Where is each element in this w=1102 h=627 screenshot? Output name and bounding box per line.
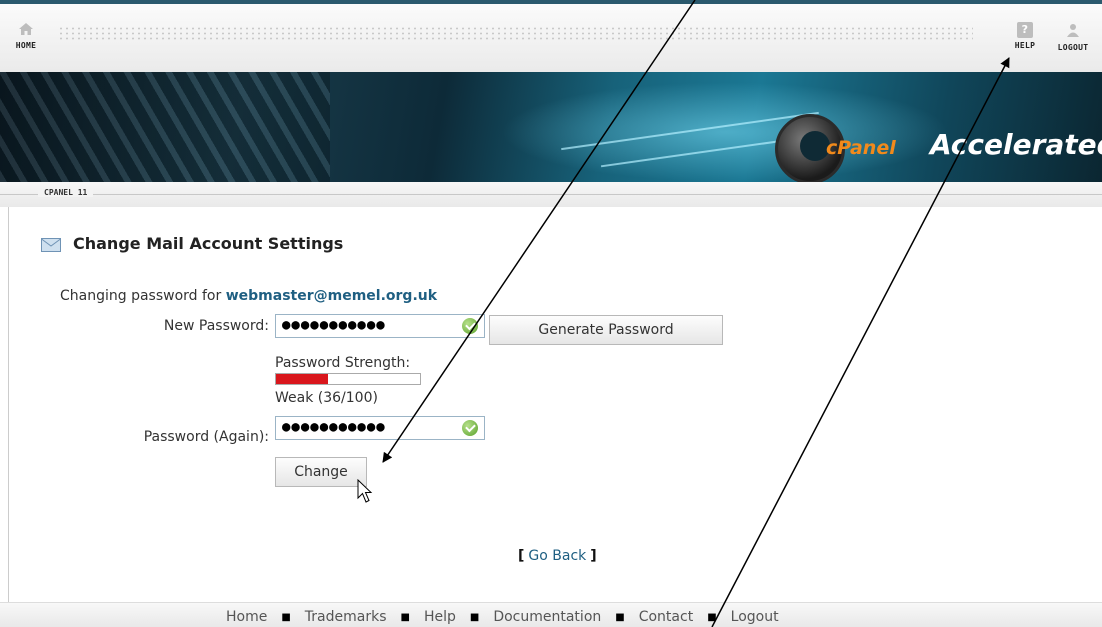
changing-for-text: Changing password for webmaster@memel.or… [60,288,437,304]
page-title: Change Mail Account Settings [73,234,344,253]
home-icon [18,23,34,38]
logout-label: LOGOUT [1057,43,1089,52]
main-content: Change Mail Account Settings Changing pa… [8,207,1102,602]
generate-password-button[interactable]: Generate Password [489,315,723,345]
page-heading: Change Mail Account Settings [41,234,343,253]
brand-cpanel-text: cPanel [826,137,896,159]
toolbar-dot-pattern [58,26,973,40]
version-bar: CPANEL 11 [0,182,1102,207]
brand-accelerated-text: Accelerated [930,128,1102,161]
top-toolbar: HOME ? HELP LOGOUT [0,0,1102,72]
new-password-input[interactable]: ●●●●●●●●●●● [275,314,485,338]
version-label: CPANEL 11 [38,188,94,197]
home-nav[interactable]: HOME [6,22,46,50]
footer-separator: ■ [469,611,480,623]
check-icon [462,420,478,436]
footer-separator: ■ [281,611,291,623]
password-again-label: Password (Again): [143,429,269,445]
footer-links: Home ■ Trademarks ■ Help ■ Documentation ■ Conta… [226,609,779,625]
go-back-link-wrap: [Go Back] [518,548,597,564]
account-email: webmaster@memel.org.uk [225,288,438,304]
password-again-value: ●●●●●●●●●●● [282,419,386,435]
footer-link-logout[interactable]: Logout [731,609,779,625]
footer-link-documentation[interactable]: Documentation [493,609,601,625]
mouse-pointer-icon [357,478,373,509]
go-back-close-bracket: ] [590,548,597,564]
go-back-open-bracket: [ [518,548,525,564]
mail-icon [41,236,61,252]
password-strength-label: Password Strength: [275,355,411,371]
cpanel-window: HOME ? HELP LOGOUT cPanel Accelerated CP… [0,0,1102,627]
password-again-input[interactable]: ●●●●●●●●●●● [275,416,485,440]
version-divider [0,194,1102,195]
footer-link-contact[interactable]: Contact [639,609,693,625]
new-password-label: New Password: [163,318,269,334]
home-label: HOME [15,41,37,50]
password-strength-text: Weak (36/100) [275,390,378,406]
footer-link-trademarks[interactable]: Trademarks [305,609,387,625]
new-password-value: ●●●●●●●●●●● [282,317,386,333]
footer-separator: ■ [615,611,625,623]
logout-nav[interactable]: LOGOUT [1046,22,1100,52]
password-strength-meter [275,373,421,385]
footer-nav: Home ■ Trademarks ■ Help ■ Documentation ■ Conta… [0,602,1102,627]
footer-separator: ■ [707,611,717,623]
logout-icon [1065,24,1081,40]
help-nav[interactable]: ? HELP [1008,22,1042,50]
changing-prefix: Changing password for [60,288,226,304]
check-icon [462,318,478,334]
footer-separator: ■ [400,611,410,623]
cpanel-banner: cPanel Accelerated [0,72,1102,182]
change-button[interactable]: Change [275,457,367,487]
go-back-link[interactable]: Go Back [528,548,586,564]
banner-globe-glow [500,82,950,182]
password-strength-fill [276,374,328,384]
footer-link-help[interactable]: Help [424,609,456,625]
help-label: HELP [1014,41,1036,50]
footer-link-home[interactable]: Home [226,609,267,625]
help-icon: ? [1017,22,1033,38]
banner-cables-graphic [0,72,330,182]
